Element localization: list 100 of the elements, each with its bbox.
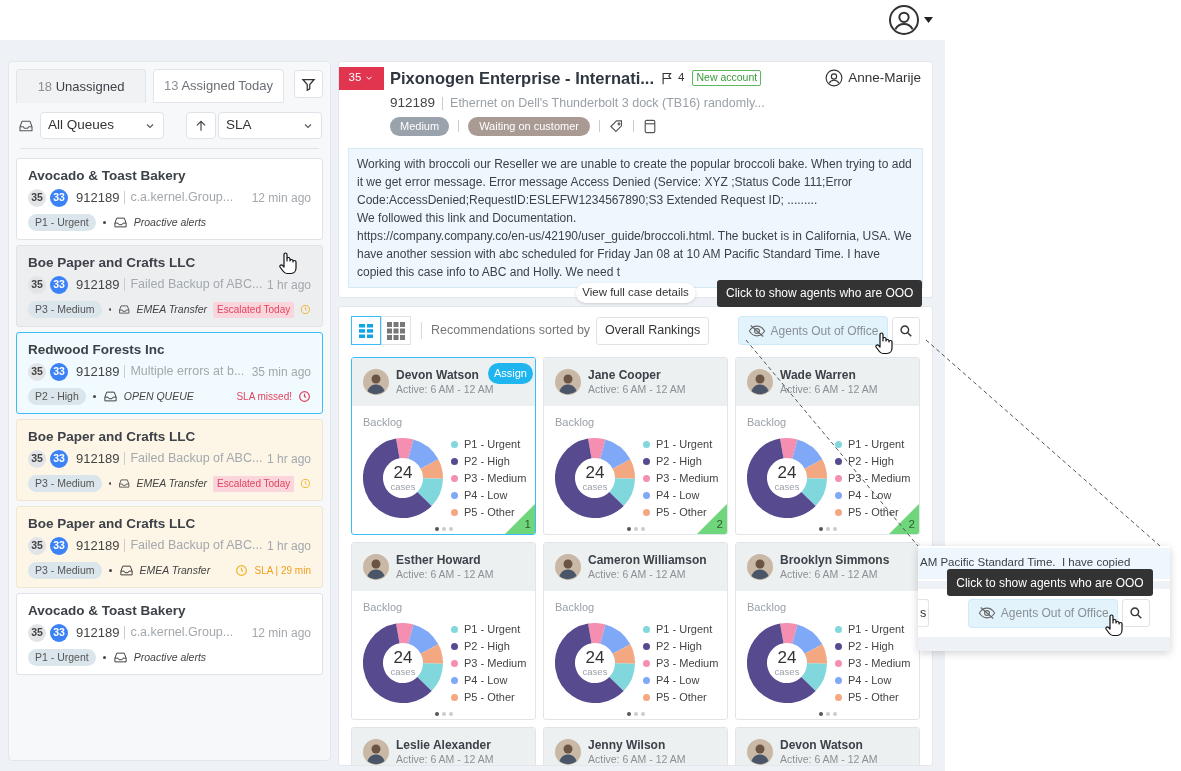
agent-hours: Active: 6 AM - 12 AM (780, 568, 879, 581)
priority-button[interactable]: 35 (339, 66, 384, 90)
agent-hours: Active: 6 AM - 12 AM (780, 383, 878, 396)
inbox-icon (118, 476, 131, 491)
backlog-label: Backlog (363, 600, 404, 615)
case-time: 12 min ago (251, 189, 311, 207)
case-unit: cases (390, 482, 416, 492)
case-time: 1 hr ago (266, 276, 311, 294)
case-subject: Failed Backup of ABC... (130, 450, 263, 468)
queue-tab[interactable]: 18 Unassigned (16, 69, 146, 103)
case-id: 912189 (76, 449, 120, 468)
legend-label: P5 - Other (656, 504, 707, 520)
queue-name: EMEA Transfer (136, 475, 208, 491)
case-total: 24 (585, 464, 605, 482)
agent-card[interactable]: Wade Warren Active: 6 AM - 12 AM Backlog 24 cases P1 - Urgent P2 - High P3 - Medium P4 - Low P5 - Other 2 (735, 357, 920, 535)
clipboard-icon[interactable] (643, 118, 657, 134)
legend-label: P4 - Low (464, 672, 508, 688)
case-card[interactable]: Boe Paper and Crafts LLC 35 33 912189 Failed Backup of ABC... 1 hr ago P3 - Medium EMEA Transfer Escalated Today (16, 419, 323, 501)
legend-label: P1 - Urgent (848, 621, 905, 637)
agent-card[interactable]: Leslie Alexander Active: 6 AM - 12 AM (351, 727, 536, 765)
search-button[interactable] (892, 316, 920, 345)
pagination-dots-icon[interactable] (434, 526, 453, 531)
agent-card[interactable]: Cameron Williamson Active: 6 AM - 12 AM Backlog 24 cases P1 - Urgent P2 - High P3 - Medium P4 - Low P5 - Other (543, 542, 728, 720)
avatar-icon (747, 739, 773, 765)
assignee-name: Anne-Marije (848, 68, 921, 87)
queue-name: OPEN QUEUE (123, 388, 194, 404)
agent-card[interactable]: Jenny Wilson Active: 6 AM - 12 AM (543, 727, 728, 765)
inbox-icon (118, 563, 134, 578)
agent-card[interactable]: Jane Cooper Active: 6 AM - 12 AM Backlog 24 cases P1 - Urgent P2 - High P3 - Medium P4 - Low P5 - Other 2 (543, 357, 728, 535)
filter-button[interactable] (294, 70, 323, 98)
avatar-icon (555, 739, 581, 765)
queue-name: Proactive alerts (133, 214, 207, 230)
case-card[interactable]: Avocado & Toast Bakery 35 33 912189 c.a.kernel.Group... 12 min ago P1 - Urgent Proactive alerts (16, 593, 323, 675)
search-icon (899, 323, 913, 338)
count-badge: 33 (50, 362, 68, 381)
sort-button[interactable]: s (918, 599, 930, 627)
account-icon[interactable] (888, 4, 920, 36)
count-badge: 33 (50, 188, 68, 207)
account-tag: New account (692, 70, 762, 86)
case-subject: Failed Backup of ABC... (130, 537, 263, 555)
agent-hours: Active: 6 AM - 12 AM (396, 383, 494, 396)
pagination-dots-icon[interactable] (818, 711, 837, 716)
agent-card[interactable]: Brooklyn Simmons Active: 6 AM - 12 AM Backlog 24 cases P1 - Urgent P2 - High P3 - Medium P4 - Low P5 - Other (735, 542, 920, 720)
queue-tab[interactable]: 13 Assigned Today (153, 69, 284, 103)
case-card[interactable]: Redwood Forests Inc 35 33 912189 Multiple errors at b... 35 min ago P2 - High OPEN QUEUE SLA missed! (16, 332, 323, 414)
legend-label: P5 - Other (464, 689, 515, 705)
case-subject: c.a.kernel.Group... (130, 624, 234, 642)
legend-label: P3 - Medium (656, 470, 719, 486)
queue-dropdown[interactable]: All Queues (40, 112, 164, 139)
legend-label: P1 - Urgent (656, 621, 713, 637)
case-time: 1 hr ago (266, 537, 311, 555)
inbox-icon (102, 389, 118, 404)
case-card[interactable]: Boe Paper and Crafts LLC 35 33 912189 Failed Backup of ABC... 1 hr ago P3 - Medium EMEA Transfer SLA | 29 min (16, 506, 323, 588)
agent-card[interactable]: Esther Howard Active: 6 AM - 12 AM Backlog 24 cases P1 - Urgent P2 - High P3 - Medium P4 - Low P5 - Other (351, 542, 536, 720)
agent-hours: Active: 6 AM - 12 AM (780, 753, 878, 765)
tag-icon[interactable] (609, 118, 624, 134)
legend-label: P5 - Other (464, 504, 515, 520)
sort-dropdown[interactable]: SLA (218, 112, 322, 139)
queue-name: Proactive alerts (133, 649, 207, 665)
pagination-dots-icon[interactable] (434, 711, 453, 716)
case-total: 24 (393, 464, 413, 482)
legend-label: P3 - Medium (656, 655, 719, 671)
agent-card[interactable]: Devon Watson Active: 6 AM - 12 AM Assign Backlog 24 cases P1 - Urgent P2 - High P3 - Medium P4 - Low P5 - Other 1 (351, 357, 536, 535)
bullet-icon (92, 395, 96, 398)
agent-hours: Active: 6 AM - 12 AM (396, 753, 494, 765)
agent-card[interactable]: Devon Watson Active: 6 AM - 12 AM (735, 727, 920, 765)
case-subject: c.a.kernel.Group... (130, 189, 234, 207)
legend-label: P5 - Other (848, 689, 899, 705)
caret-icon[interactable] (924, 17, 933, 23)
agent-name: Jane Cooper (588, 368, 662, 383)
pagination-dots-icon[interactable] (818, 526, 837, 531)
case-subject: Multiple errors at b... (130, 363, 245, 381)
legend-label: P2 - High (656, 638, 702, 654)
case-card[interactable]: Boe Paper and Crafts LLC 35 33 912189 Failed Backup of ABC... 1 hr ago P3 - Medium EMEA Transfer Escalated Today (16, 245, 323, 327)
count-badge: 35 (28, 275, 46, 294)
sla-status: SLA missed! (236, 390, 292, 404)
agent-name: Jenny Wilson (588, 738, 667, 753)
view-details-button[interactable]: View full case details (575, 283, 696, 303)
pagination-dots-icon[interactable] (626, 711, 645, 716)
search-button[interactable] (1122, 599, 1151, 627)
hand-cursor-icon (278, 251, 298, 275)
agent-hours: Active: 6 AM - 12 AM (588, 383, 686, 396)
backlog-label: Backlog (363, 415, 404, 430)
case-description: AM Pacific Standard Time. I have copied (920, 556, 1131, 568)
priority-tag: P1 - Urgent (28, 214, 96, 231)
priority-tag: P2 - High (28, 388, 86, 405)
bullet-icon (102, 656, 106, 659)
legend-label: P4 - Low (848, 672, 892, 688)
case-unit: cases (774, 482, 800, 492)
queue-name: EMEA Transfer (136, 301, 208, 317)
sort-direction-button[interactable] (186, 112, 216, 139)
tooltip: Click to show agents who are OOO (947, 569, 1153, 596)
clock-icon (300, 477, 311, 490)
backlog-label: Backlog (555, 600, 596, 615)
sort-button[interactable]: Overall Rankings (596, 316, 710, 345)
view-toggle[interactable] (351, 316, 381, 345)
legend-label: P2 - High (656, 453, 702, 469)
priority-tag: P3 - Medium (28, 562, 102, 579)
case-card[interactable]: Avocado & Toast Bakery 35 33 912189 c.a.kernel.Group... 12 min ago P1 - Urgent Proactive alerts (16, 158, 323, 240)
pagination-dots-icon[interactable] (626, 526, 645, 531)
